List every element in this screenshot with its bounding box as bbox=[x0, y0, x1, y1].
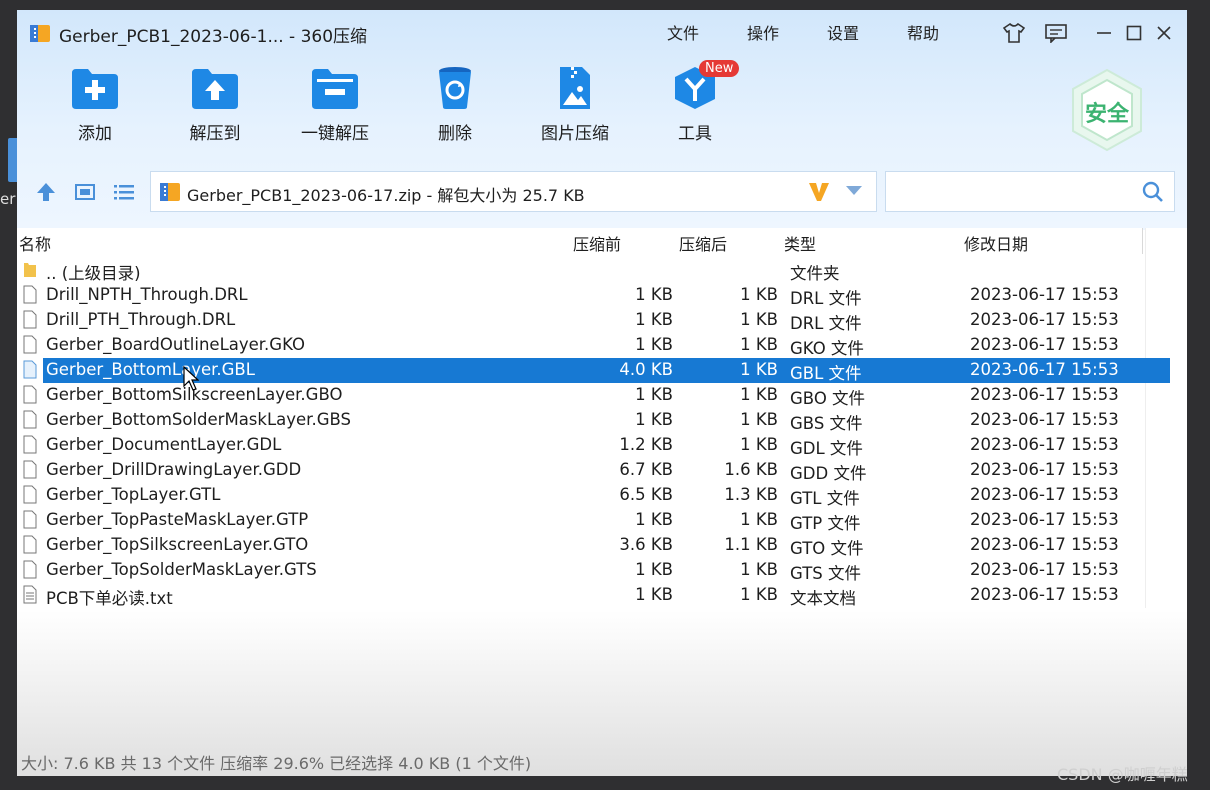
feedback-icon[interactable] bbox=[1043, 22, 1069, 44]
file-icon bbox=[23, 535, 37, 554]
table-row[interactable]: Gerber_DocumentLayer.GDL 1.2 KB 1 KB GDL… bbox=[17, 433, 1187, 458]
watermark: CSDN @咖喱年糕 bbox=[1057, 765, 1188, 784]
menu-help[interactable]: 帮助 bbox=[907, 20, 987, 44]
image-file-icon bbox=[560, 67, 590, 109]
table-row[interactable]: PCB下单必读.txt 1 KB 1 KB 文本文档 2023-06-17 15… bbox=[17, 583, 1187, 608]
file-icon bbox=[23, 385, 37, 404]
new-badge: New bbox=[699, 60, 740, 77]
address-text: Gerber_PCB1_2023-06-17.zip - 解包大小为 25.7 … bbox=[187, 186, 585, 205]
desktop-file-label: er bbox=[0, 190, 16, 208]
search-input[interactable] bbox=[885, 171, 1175, 212]
skin-shirt-icon[interactable] bbox=[1001, 22, 1027, 44]
v-logo-icon[interactable] bbox=[807, 181, 831, 203]
file-icon bbox=[23, 335, 37, 354]
file-list: .. (上级目录) 文件夹 Drill_NPTH_Through.DRL 1 K… bbox=[17, 258, 1187, 608]
col-before[interactable]: 压缩前 bbox=[573, 231, 621, 255]
header-divider bbox=[1142, 228, 1143, 254]
menu-operation[interactable]: 操作 bbox=[747, 20, 827, 44]
zip-file-icon bbox=[160, 183, 180, 201]
address-bar[interactable]: Gerber_PCB1_2023-06-17.zip - 解包大小为 25.7 … bbox=[150, 171, 877, 212]
col-after[interactable]: 压缩后 bbox=[679, 231, 727, 255]
file-icon bbox=[23, 285, 37, 304]
col-name[interactable]: 名称 bbox=[19, 231, 51, 255]
maximize-icon[interactable] bbox=[1121, 22, 1147, 44]
extract-to-button[interactable]: 解压到 bbox=[160, 65, 270, 165]
archive-window: Gerber_PCB1_2023-06-1... - 360压缩 文件 操作 设… bbox=[17, 10, 1187, 776]
search-icon[interactable] bbox=[1142, 181, 1164, 203]
table-row[interactable]: Gerber_BottomSolderMaskLayer.GBS 1 KB 1 … bbox=[17, 408, 1187, 433]
column-header: 名称 压缩前 压缩后 类型 修改日期 bbox=[17, 228, 1143, 254]
table-row[interactable]: Drill_PTH_Through.DRL 1 KB 1 KB DRL 文件 2… bbox=[17, 308, 1187, 333]
folder-icon bbox=[24, 263, 36, 277]
close-icon[interactable] bbox=[1151, 22, 1177, 44]
text-file-icon bbox=[23, 585, 37, 604]
file-icon bbox=[23, 410, 37, 429]
minimize-icon[interactable] bbox=[1091, 22, 1117, 44]
table-row[interactable]: Gerber_TopLayer.GTL 6.5 KB 1.3 KB GTL 文件… bbox=[17, 483, 1187, 508]
file-icon bbox=[23, 435, 37, 454]
up-arrow-icon[interactable] bbox=[34, 180, 58, 204]
image-compress-button[interactable]: 图片压缩 bbox=[520, 65, 630, 165]
recycle-bin-icon bbox=[439, 67, 471, 109]
folder-extract-icon bbox=[192, 69, 238, 109]
table-row-selected[interactable]: Gerber_BottomLayer.GBL 4.0 KB 1 KB GBL 文… bbox=[23, 358, 1170, 383]
col-type[interactable]: 类型 bbox=[784, 231, 816, 255]
zip-archive-icon bbox=[30, 25, 50, 42]
table-row[interactable]: Gerber_DrillDrawingLayer.GDD 6.7 KB 1.6 … bbox=[17, 458, 1187, 483]
file-icon bbox=[23, 560, 37, 579]
folder-add-icon bbox=[72, 69, 118, 109]
table-row[interactable]: Gerber_TopSolderMaskLayer.GTS 1 KB 1 KB … bbox=[17, 558, 1187, 583]
table-row[interactable]: Gerber_BoardOutlineLayer.GKO 1 KB 1 KB G… bbox=[17, 333, 1187, 358]
window-title: Gerber_PCB1_2023-06-1... - 360压缩 bbox=[59, 27, 368, 47]
table-row[interactable]: Gerber_TopSilkscreenLayer.GTO 3.6 KB 1.1… bbox=[17, 533, 1187, 558]
chevron-down-icon[interactable] bbox=[845, 185, 863, 197]
top-bar: Gerber_PCB1_2023-06-1... - 360压缩 文件 操作 设… bbox=[17, 10, 1187, 230]
mouse-cursor-icon bbox=[183, 366, 199, 391]
thumbnail-view-icon[interactable] bbox=[73, 180, 97, 204]
col-date[interactable]: 修改日期 bbox=[964, 231, 1028, 255]
one-click-extract-button[interactable]: 一键解压 bbox=[280, 65, 390, 165]
table-row[interactable]: Drill_NPTH_Through.DRL 1 KB 1 KB DRL 文件 … bbox=[17, 283, 1187, 308]
menu-bar: 文件 操作 设置 帮助 bbox=[667, 20, 987, 44]
file-icon bbox=[23, 360, 37, 379]
tools-button[interactable]: 工具 bbox=[640, 65, 750, 165]
add-button[interactable]: 添加 bbox=[40, 65, 150, 165]
file-icon bbox=[23, 310, 37, 329]
menu-file[interactable]: 文件 bbox=[667, 20, 747, 44]
file-icon bbox=[23, 485, 37, 504]
list-view-icon[interactable] bbox=[112, 180, 136, 204]
file-icon bbox=[23, 510, 37, 529]
security-label: 安全 bbox=[1084, 102, 1129, 127]
status-bar: 大小: 7.6 KB 共 13 个文件 压缩率 29.6% 已经选择 4.0 K… bbox=[21, 754, 532, 773]
delete-button[interactable]: 删除 bbox=[400, 65, 510, 165]
folder-minus-icon bbox=[312, 69, 358, 109]
table-row[interactable]: .. (上级目录) 文件夹 bbox=[17, 258, 1187, 283]
table-row[interactable]: Gerber_TopPasteMaskLayer.GTP 1 KB 1 KB G… bbox=[17, 508, 1187, 533]
file-icon bbox=[23, 460, 37, 479]
security-badge[interactable]: 安全 bbox=[1069, 68, 1145, 152]
menu-settings[interactable]: 设置 bbox=[827, 20, 907, 44]
